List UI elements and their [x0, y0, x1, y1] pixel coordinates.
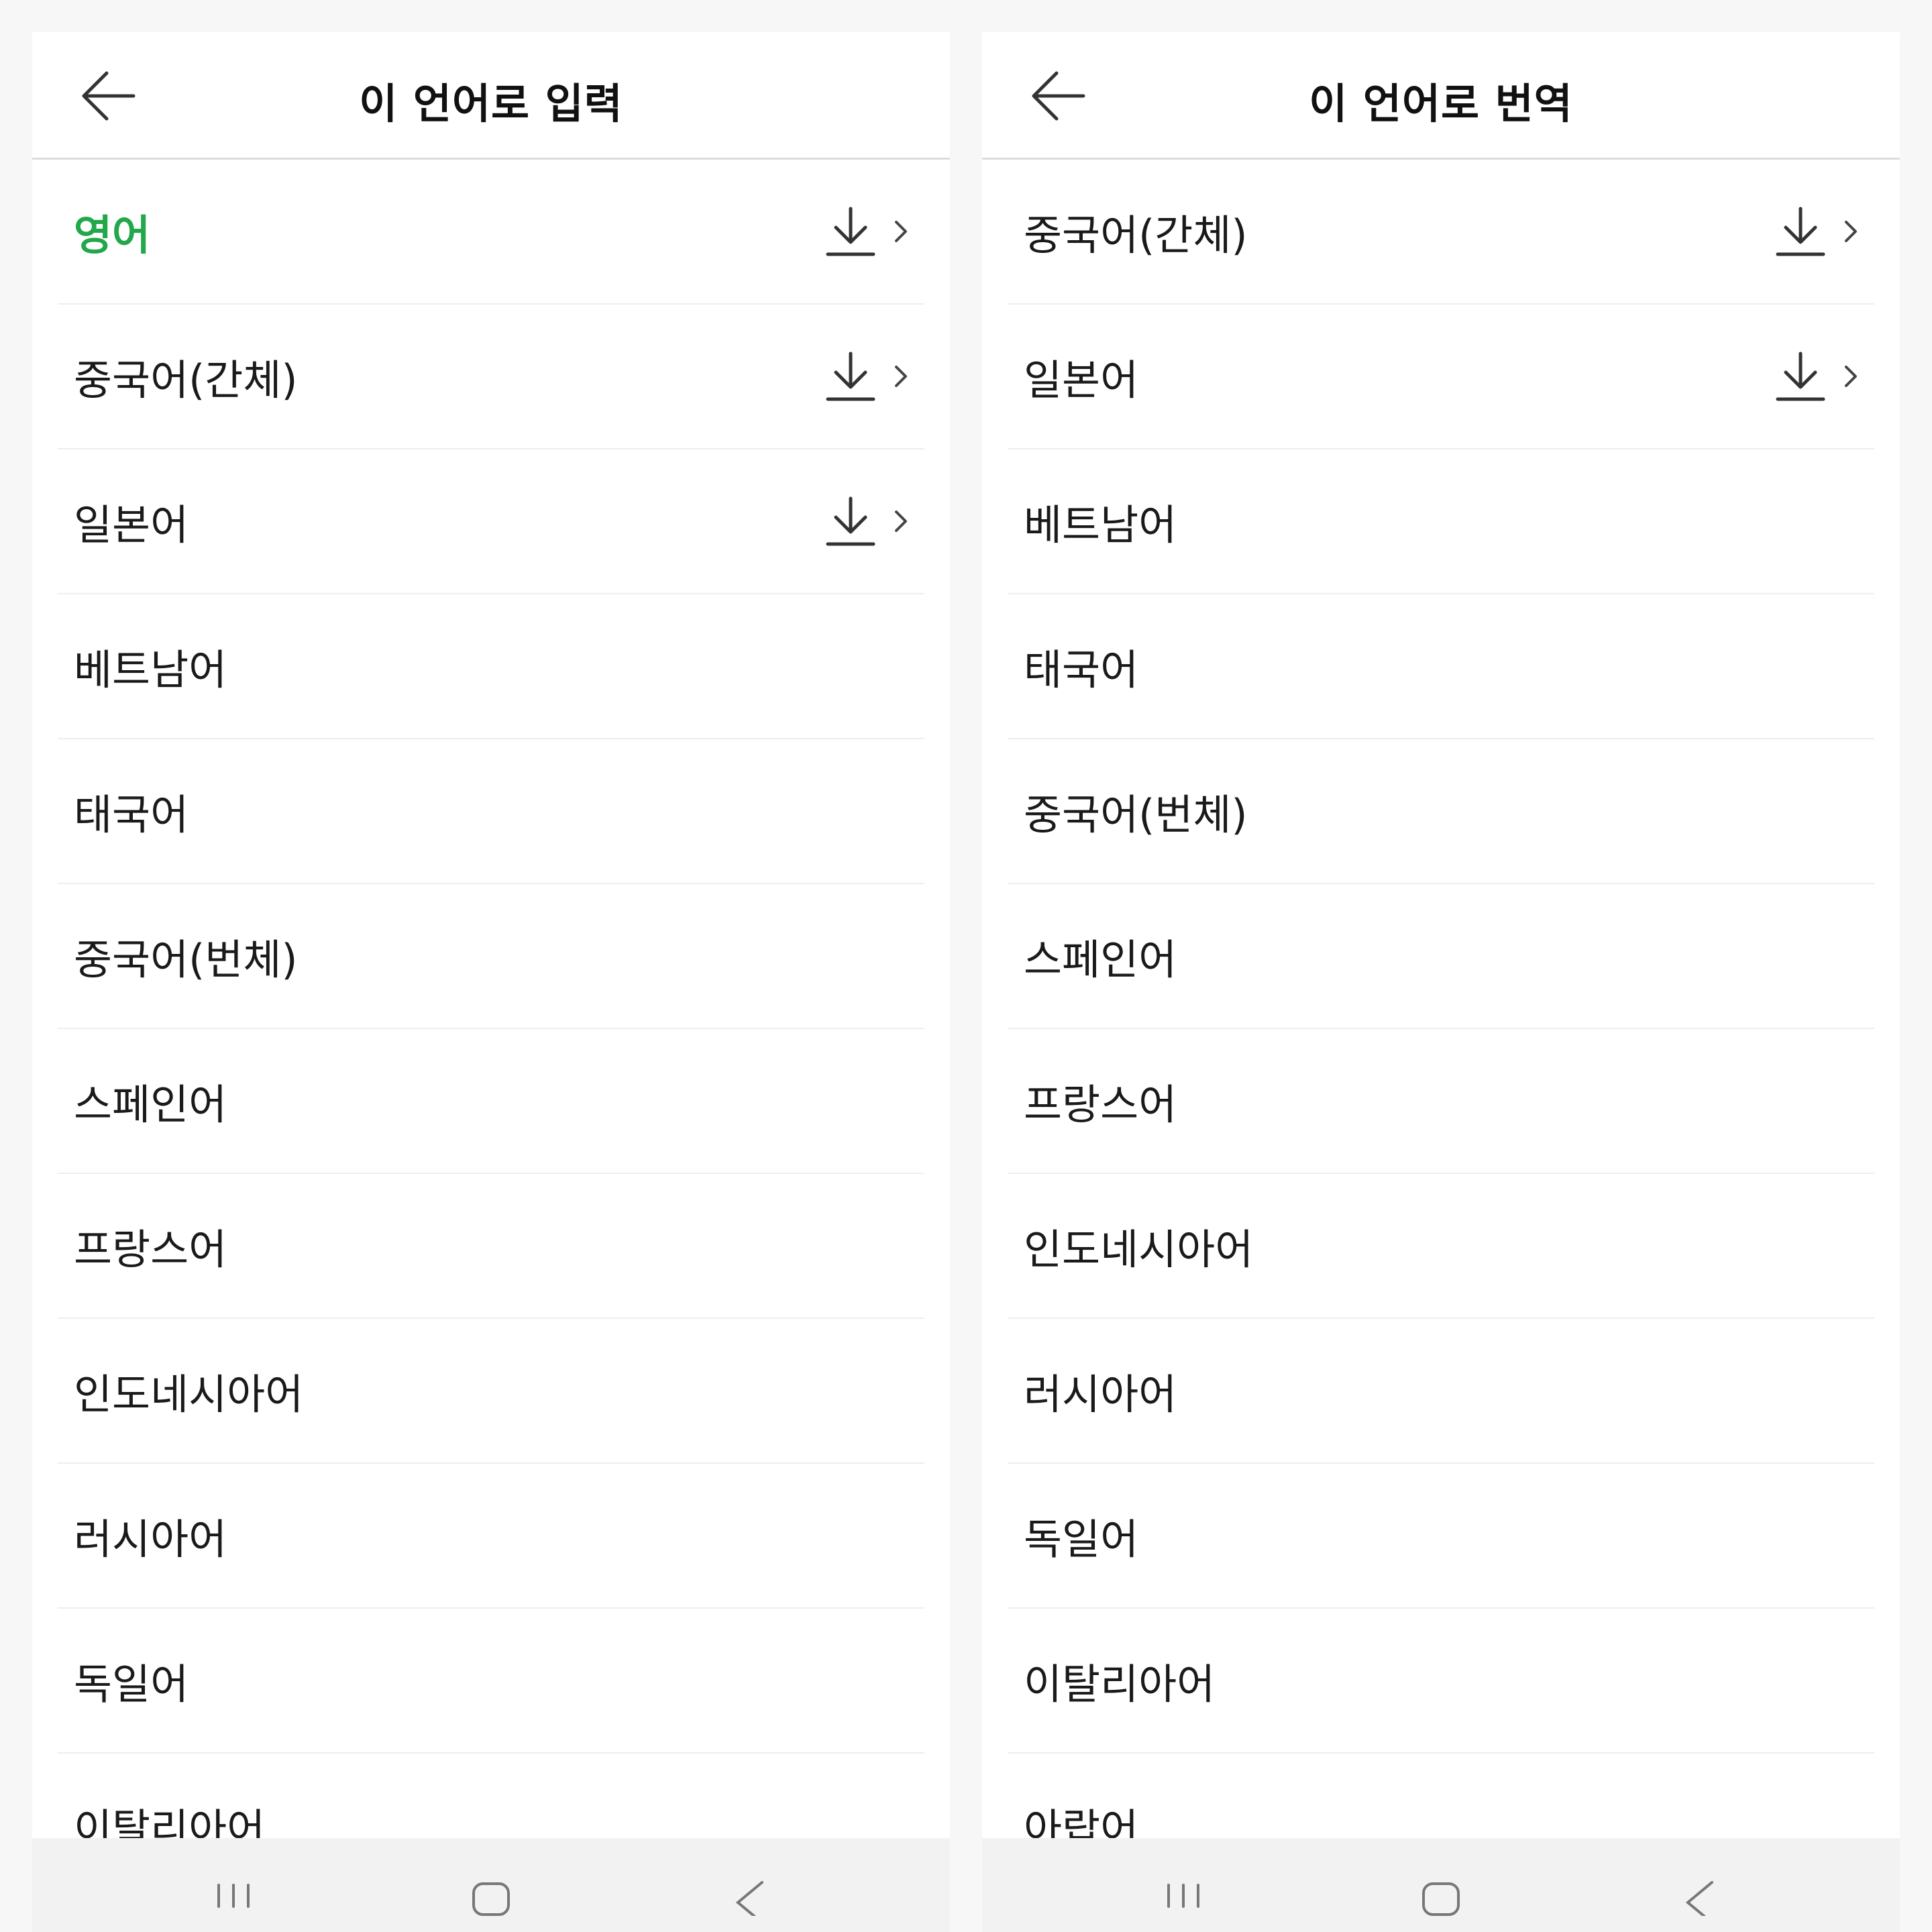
language-label: 인도네시아어 [1024, 1225, 1254, 1274]
back-icon[interactable] [723, 1876, 777, 1916]
download-icon[interactable] [825, 350, 876, 403]
language-label: 일본어 [1024, 356, 1139, 405]
language-item[interactable]: 독일어 [1008, 1464, 1874, 1609]
header: 이 언어로 입력 [32, 32, 950, 160]
chevron-right-icon[interactable] [894, 219, 908, 244]
download-icon[interactable] [825, 494, 876, 548]
language-label: 스페인어 [1024, 935, 1177, 984]
download-icon[interactable] [1775, 350, 1826, 403]
language-label: 프랑스어 [1024, 1080, 1177, 1129]
language-label: 일본어 [74, 500, 189, 549]
translate-language-panel: 이 언어로 번역 중국어(간체) 일본어베트남어태국어중국어(번체) 스페인어프랑스… [982, 32, 1900, 1932]
language-list: 영어중국어(간체) 일본어베트남어태국어중국어(번체) 스페인어프랑스어인도네시아어… [32, 160, 950, 1932]
language-item[interactable]: 스페인어 [1008, 884, 1874, 1029]
chevron-right-icon[interactable] [894, 364, 908, 388]
chevron-right-icon[interactable] [1843, 364, 1858, 388]
language-label: 러시아어 [1024, 1370, 1177, 1419]
download-icon[interactable] [825, 205, 876, 258]
download-icon[interactable] [1775, 205, 1826, 258]
language-item[interactable]: 러시아어 [58, 1464, 924, 1609]
language-label: 프랑스어 [74, 1225, 227, 1274]
language-item[interactable]: 러시아어 [1008, 1319, 1874, 1464]
language-item[interactable]: 태국어 [1008, 594, 1874, 739]
language-item[interactable]: 이탈리아어 [1008, 1609, 1874, 1754]
language-item[interactable]: 베트남어 [58, 594, 924, 739]
chevron-right-icon[interactable] [894, 509, 908, 533]
back-icon[interactable] [1673, 1876, 1727, 1916]
language-item[interactable]: 프랑스어 [58, 1174, 924, 1319]
language-item[interactable]: 인도네시아어 [1008, 1174, 1874, 1319]
language-item[interactable]: 일본어 [58, 449, 924, 594]
language-label: 스페인어 [74, 1080, 227, 1129]
language-label: 태국어 [1024, 645, 1139, 694]
language-label: 중국어(간체) [1024, 211, 1248, 260]
language-item[interactable]: 영어 [58, 160, 924, 305]
system-navigation-bar [32, 1838, 950, 1932]
home-icon[interactable] [1414, 1876, 1468, 1916]
language-item[interactable]: 중국어(간체) [58, 305, 924, 449]
recent-apps-icon[interactable] [1157, 1876, 1210, 1916]
page-title: 이 언어로 번역 [1309, 79, 1573, 128]
input-language-panel: 이 언어로 입력 영어중국어(간체) 일본어베트남어태국어중국어(번체) 스페인어프… [32, 32, 950, 1932]
recent-apps-icon[interactable] [207, 1876, 260, 1916]
chevron-right-icon[interactable] [1843, 219, 1858, 244]
language-label: 중국어(간체) [74, 356, 298, 405]
language-item[interactable]: 베트남어 [1008, 449, 1874, 594]
language-label: 러시아어 [74, 1515, 227, 1564]
language-item[interactable]: 태국어 [58, 739, 924, 884]
language-item[interactable]: 스페인어 [58, 1029, 924, 1174]
language-label: 이탈리아어 [1024, 1660, 1216, 1709]
language-label: 영어 [74, 211, 151, 260]
language-label: 태국어 [74, 790, 189, 839]
language-item[interactable]: 일본어 [1008, 305, 1874, 449]
language-label: 인도네시아어 [74, 1370, 304, 1419]
language-label: 독일어 [1024, 1515, 1139, 1564]
language-item[interactable]: 중국어(번체) [1008, 739, 1874, 884]
language-item[interactable]: 중국어(간체) [1008, 160, 1874, 305]
language-label: 독일어 [74, 1660, 189, 1709]
language-item[interactable]: 중국어(번체) [58, 884, 924, 1029]
language-item[interactable]: 독일어 [58, 1609, 924, 1754]
language-item[interactable]: 프랑스어 [1008, 1029, 1874, 1174]
system-navigation-bar [982, 1838, 1900, 1932]
language-label: 중국어(번체) [74, 935, 298, 984]
language-list: 중국어(간체) 일본어베트남어태국어중국어(번체) 스페인어프랑스어인도네시아어러시… [982, 160, 1900, 1932]
language-label: 중국어(번체) [1024, 790, 1248, 839]
language-label: 베트남어 [74, 645, 227, 694]
language-item[interactable]: 인도네시아어 [58, 1319, 924, 1464]
home-icon[interactable] [464, 1876, 518, 1916]
page-title: 이 언어로 입력 [359, 79, 623, 128]
header: 이 언어로 번역 [982, 32, 1900, 160]
language-label: 베트남어 [1024, 500, 1177, 549]
